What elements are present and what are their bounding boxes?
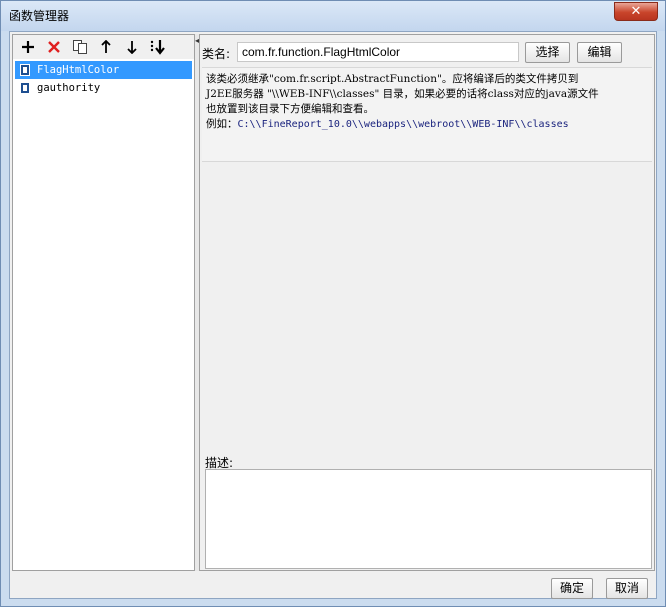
example-line: 例如：C:\\FineReport_10.0\\webapps\\webroot… [206, 117, 652, 132]
delete-icon [48, 41, 60, 53]
dialog-body: FlagHtmlColor gauthority ◀ 类名: com.fr.fu… [9, 31, 657, 599]
class-name-label: 类名: [202, 47, 231, 61]
add-button[interactable] [19, 38, 37, 56]
dialog-footer: 确定 取消 [10, 572, 656, 599]
sort-icon [150, 40, 165, 55]
title-bar[interactable]: 函数管理器 ✕ [1, 1, 665, 31]
function-list: FlagHtmlColor gauthority [15, 61, 192, 97]
copy-button[interactable] [71, 38, 89, 56]
function-editor-panel: 类名: com.fr.function.FlagHtmlColor 选择 编辑 … [199, 34, 655, 571]
list-item[interactable]: gauthority [15, 79, 192, 97]
example-path: C:\\FineReport_10.0\\webapps\\webroot\\W… [237, 119, 569, 130]
class-file-icon [20, 64, 30, 76]
function-name: FlagHtmlColor [37, 64, 120, 76]
copy-icon [73, 40, 87, 54]
list-item[interactable]: FlagHtmlColor [15, 61, 192, 79]
cancel-button[interactable]: 取消 [606, 578, 648, 599]
info-line: 该类必须继承"com.fr.script.AbstractFunction"。应… [206, 73, 579, 85]
window-title: 函数管理器 [9, 9, 70, 23]
sort-button[interactable] [149, 38, 167, 56]
arrow-up-icon [101, 39, 111, 53]
close-icon: ✕ [630, 4, 642, 19]
edit-button[interactable]: 编辑 [577, 42, 622, 63]
close-button[interactable]: ✕ [614, 2, 658, 21]
class-info-text: 该类必须继承"com.fr.script.AbstractFunction"。应… [202, 67, 652, 162]
arrow-down-icon [127, 41, 137, 55]
delete-button[interactable] [45, 38, 63, 56]
function-list-panel: FlagHtmlColor gauthority [12, 34, 195, 571]
list-toolbar [13, 35, 194, 59]
move-up-button[interactable] [97, 38, 115, 56]
class-name-input[interactable]: com.fr.function.FlagHtmlColor [237, 42, 519, 62]
choose-button[interactable]: 选择 [525, 42, 570, 63]
ok-button[interactable]: 确定 [551, 578, 593, 599]
function-name: gauthority [37, 82, 101, 94]
add-icon [22, 41, 34, 53]
move-down-button[interactable] [123, 38, 141, 56]
info-line: 也放置到该目录下方便编辑和查看。 [206, 103, 374, 115]
class-file-icon [20, 82, 30, 94]
description-textarea[interactable] [205, 469, 652, 569]
function-manager-dialog: 函数管理器 ✕ FlagHtmlColor gauthority 类名: com… [0, 0, 666, 607]
example-prefix: 例如： [206, 118, 238, 130]
info-line: J2EE服务器 "\\WEB-INF\\classes" 目录，如果必要的话将c… [206, 88, 599, 100]
